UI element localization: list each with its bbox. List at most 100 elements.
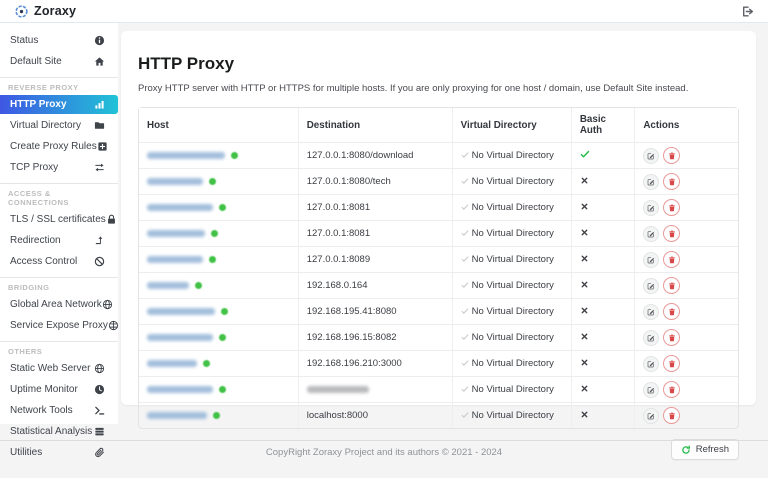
- destination-cell: 127.0.0.1:8081: [298, 194, 452, 220]
- check-icon: [461, 151, 469, 159]
- blurred-hostname: [147, 360, 197, 367]
- virtual-directory-text: No Virtual Directory: [472, 280, 554, 291]
- trash-icon: [668, 308, 676, 316]
- host-cell: [139, 298, 298, 324]
- blurred-hostname: [147, 230, 205, 237]
- edit-rule-button[interactable]: [643, 252, 659, 268]
- actions-cell: [634, 220, 738, 246]
- host-cell: [139, 350, 298, 376]
- trash-icon: [668, 412, 676, 420]
- delete-rule-button[interactable]: [663, 329, 680, 346]
- online-status-dot: [213, 412, 220, 419]
- sidebar-item-redirection[interactable]: Redirection: [0, 230, 118, 251]
- sidebar-item-label: HTTP Proxy: [10, 99, 67, 110]
- online-status-dot: [203, 360, 210, 367]
- sidebar-item-status[interactable]: Status: [0, 30, 118, 51]
- delete-rule-button[interactable]: [663, 381, 680, 398]
- proxy-table: HostDestinationVirtual DirectoryBasic Au…: [138, 107, 739, 429]
- delete-rule-button[interactable]: [663, 251, 680, 268]
- sidebar-item-default-site[interactable]: Default Site: [0, 51, 118, 72]
- edit-rule-button[interactable]: [643, 356, 659, 372]
- sidebar-item-global-area-network[interactable]: Global Area Network: [0, 294, 118, 315]
- sidebar-item-uptime-monitor[interactable]: Uptime Monitor: [0, 379, 118, 400]
- basic-auth-cell: [571, 168, 634, 194]
- trash-icon: [668, 230, 676, 238]
- edit-icon: [647, 282, 655, 290]
- x-icon: [580, 202, 589, 211]
- paperclip-icon: [94, 447, 105, 458]
- edit-rule-button[interactable]: [643, 200, 659, 216]
- basic-auth-cell: [571, 298, 634, 324]
- delete-rule-button[interactable]: [663, 225, 680, 242]
- delete-rule-button[interactable]: [663, 147, 680, 164]
- sidebar-item-label: Status: [10, 35, 38, 46]
- edit-icon: [647, 360, 655, 368]
- sidebar: StatusDefault SiteREVERSE PROXYHTTP Prox…: [0, 23, 118, 424]
- sidebar-item-label: Static Web Server: [10, 363, 90, 374]
- sidebar-item-label: Global Area Network: [10, 299, 102, 310]
- sidebar-item-label: Network Tools: [10, 405, 73, 416]
- sidebar-item-http-proxy[interactable]: HTTP Proxy: [0, 95, 118, 114]
- sign-out-icon[interactable]: [741, 5, 754, 18]
- sidebar-item-static-web-server[interactable]: Static Web Server: [0, 358, 118, 379]
- actions-cell: [634, 142, 738, 168]
- edit-rule-button[interactable]: [643, 382, 659, 398]
- edit-rule-button[interactable]: [643, 226, 659, 242]
- x-icon: [580, 176, 589, 185]
- online-status-dot: [231, 152, 238, 159]
- sidebar-item-network-tools[interactable]: Network Tools: [0, 400, 118, 421]
- sidebar-item-create-proxy-rules[interactable]: Create Proxy Rules: [0, 136, 118, 157]
- delete-rule-button[interactable]: [663, 199, 680, 216]
- delete-rule-button[interactable]: [663, 303, 680, 320]
- delete-rule-button[interactable]: [663, 355, 680, 372]
- basic-auth-cell: [571, 350, 634, 376]
- sidebar-item-tls-ssl-certificates[interactable]: TLS / SSL certificates: [0, 209, 118, 230]
- virtual-directory-cell: No Virtual Directory: [452, 220, 571, 246]
- sidebar-item-utilities[interactable]: Utilities: [0, 442, 118, 463]
- x-icon: [580, 410, 589, 419]
- sidebar-item-service-expose-proxy[interactable]: Service Expose Proxy: [0, 315, 118, 336]
- edit-rule-button[interactable]: [643, 174, 659, 190]
- delete-rule-button[interactable]: [663, 407, 680, 424]
- edit-icon: [647, 152, 655, 160]
- delete-rule-button[interactable]: [663, 173, 680, 190]
- edit-icon: [647, 178, 655, 186]
- x-icon: [580, 254, 589, 263]
- edit-rule-button[interactable]: [643, 278, 659, 294]
- actions-cell: [634, 350, 738, 376]
- edit-rule-button[interactable]: [643, 408, 659, 424]
- host-cell: [139, 194, 298, 220]
- sidebar-item-label: Default Site: [10, 56, 62, 67]
- trash-icon: [668, 360, 676, 368]
- delete-rule-button[interactable]: [663, 277, 680, 294]
- brand: Zoraxy: [14, 4, 76, 19]
- x-icon: [580, 280, 589, 289]
- page-subtitle: Proxy HTTP server with HTTP or HTTPS for…: [138, 83, 739, 94]
- virtual-directory-cell: No Virtual Directory: [452, 246, 571, 272]
- column-header-basic-auth: Basic Auth: [571, 108, 634, 142]
- basic-auth-cell: [571, 376, 634, 402]
- check-icon: [461, 359, 469, 367]
- sidebar-item-tcp-proxy[interactable]: TCP Proxy: [0, 157, 118, 178]
- host-cell: [139, 246, 298, 272]
- main-panel: HTTP Proxy Proxy HTTP server with HTTP o…: [121, 31, 756, 405]
- host-cell: [139, 142, 298, 168]
- online-status-dot: [209, 178, 216, 185]
- sidebar-item-access-control[interactable]: Access Control: [0, 251, 118, 272]
- edit-rule-button[interactable]: [643, 148, 659, 164]
- edit-rule-button[interactable]: [643, 330, 659, 346]
- sidebar-item-label: Service Expose Proxy: [10, 320, 108, 331]
- sidebar-section-bridging: BRIDGING: [0, 277, 118, 294]
- proxy-rule-row: 127.0.0.1:8081No Virtual Directory: [139, 194, 738, 220]
- online-status-dot: [195, 282, 202, 289]
- sidebar-item-virtual-directory[interactable]: Virtual Directory: [0, 115, 118, 136]
- info-circle-icon: [94, 35, 105, 46]
- page-title: HTTP Proxy: [138, 54, 739, 74]
- sidebar-item-statistical-analysis[interactable]: Statistical Analysis: [0, 421, 118, 442]
- host-cell: [139, 402, 298, 428]
- brand-name: Zoraxy: [34, 4, 76, 18]
- edit-rule-button[interactable]: [643, 304, 659, 320]
- destination-cell: 192.168.195.41:8080: [298, 298, 452, 324]
- signal-bars-icon: [94, 99, 105, 110]
- virtual-directory-cell: No Virtual Directory: [452, 402, 571, 428]
